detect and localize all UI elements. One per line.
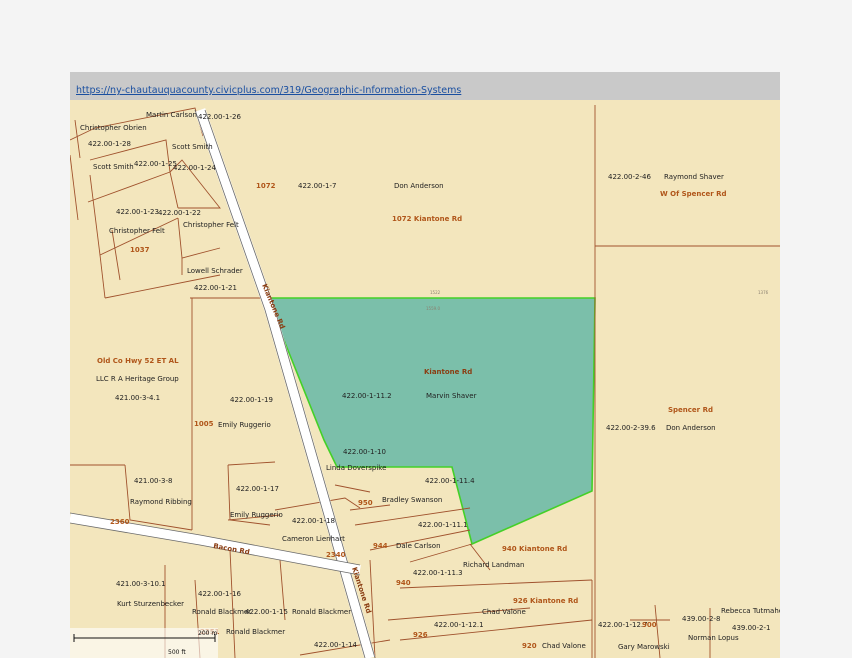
label-linda-doverspike: Linda Doverspike	[326, 464, 386, 472]
label-parcel: 422.00-1-11.3	[413, 569, 463, 577]
label-parcel: 422.00-1-28	[88, 140, 131, 148]
label-parcel: 439.00-2-1	[732, 624, 770, 632]
parcel-map[interactable]: Kiantone Rd Kiantone Rd Bacon Rd 1522 15…	[70, 100, 780, 658]
label-dale-carlson: Dale Carlson	[396, 542, 441, 550]
label-parcel: 422.00-1-15	[245, 608, 288, 616]
label-parcel: 422.00-1-7	[298, 182, 336, 190]
scale-label-feet: 500 ft	[168, 649, 186, 656]
label-parcel: 422.00-1-25	[134, 160, 177, 168]
label-parcel: 439.00-2-8	[682, 615, 720, 623]
label-rebecca-tutmaher: Rebecca Tutmaher	[721, 607, 780, 615]
dim-label: 1522	[430, 290, 441, 295]
label-scott-smith: Scott Smith	[93, 163, 134, 171]
label-don-anderson: Don Anderson	[394, 182, 444, 190]
label-parcel: 422.00-1-23	[116, 208, 159, 216]
label-emily-ruggerio: Emily Ruggerio	[230, 511, 283, 519]
label-address: 926 Kiantone Rd	[513, 597, 578, 605]
label-scott-smith: Scott Smith	[172, 143, 213, 151]
dim-label: 1376	[758, 290, 769, 295]
highlight-owner: Marvin Shaver	[426, 392, 477, 400]
label-address: 1072	[256, 182, 276, 190]
label-gary-marowski: Gary Marowski	[618, 643, 670, 651]
label-address: 1072 Kiantone Rd	[392, 215, 462, 223]
label-parcel: 421.00-3-10.1	[116, 580, 166, 588]
label-parcel: 422.00-2-39.6	[606, 424, 656, 432]
label-parcel: 422.00-1-16	[198, 590, 241, 598]
label-parcel: 422.00-1-21	[194, 284, 237, 292]
label-address: 920	[522, 642, 537, 650]
label-lowell-schrader: Lowell Schrader	[187, 267, 243, 275]
source-url-link[interactable]: https://ny-chautauquacounty.civicplus.co…	[76, 85, 461, 96]
label-address: 940 Kiantone Rd	[502, 545, 567, 553]
label-christopher-felt: Christopher Felt	[109, 227, 165, 235]
label-cameron-lienhart: Cameron Lienhart	[282, 535, 345, 543]
label-parcel: 422.00-1-18	[292, 517, 335, 525]
label-parcel: 421.00-3-8	[134, 477, 172, 485]
label-address: 926	[413, 631, 428, 639]
scale-bar: 200 m 500 ft	[70, 628, 218, 658]
label-raymond-ribbing: Raymond Ribbing	[130, 498, 192, 506]
label-address: 2340	[326, 551, 346, 559]
label-parcel: 422.00-1-12.1	[434, 621, 484, 629]
label-address: 1005	[194, 420, 214, 428]
label-parcel: 422.00-1-11.4	[425, 477, 475, 485]
label-don-anderson: Don Anderson	[666, 424, 716, 432]
label-kurt-sturzenbecker: Kurt Sturzenbecker	[117, 600, 184, 608]
label-address: W Of Spencer Rd	[660, 190, 727, 198]
label-parcel: 422.00-2-46	[608, 173, 651, 181]
label-parcel: 422.00-1-10	[343, 448, 386, 456]
label-parcel: 422.00-1-12.7	[598, 621, 648, 629]
label-martin-carlson: Martin Carlson	[146, 111, 197, 119]
label-parcel: 422.00-1-19	[230, 396, 273, 404]
label-chad-valone: Chad Valone	[542, 642, 586, 650]
label-bradley-swanson: Bradley Swanson	[382, 496, 442, 504]
label-richard-landman: Richard Landman	[463, 561, 524, 569]
label-emily-ruggerio: Emily Ruggerio	[218, 421, 271, 429]
label-parcel: 422.00-1-22	[158, 209, 201, 217]
label-raymond-shaver: Raymond Shaver	[664, 173, 724, 181]
label-parcel: 422.00-1-24	[173, 164, 216, 172]
highlight-name: Kiantone Rd	[424, 368, 472, 376]
label-llc-heritage: LLC R A Heritage Group	[96, 375, 179, 383]
label-parcel: 422.00-1-11.1	[418, 521, 468, 529]
label-norman-lopus: Norman Lopus	[688, 634, 739, 642]
label-parcel: 422.00-1-14	[314, 641, 357, 649]
label-address: 944	[373, 542, 388, 550]
label-address: 2360	[110, 518, 130, 526]
map-canvas[interactable]: Kiantone Rd Kiantone Rd Bacon Rd 1522 15…	[70, 100, 780, 658]
label-address: Spencer Rd	[668, 406, 713, 414]
label-ronald-blackmer: Ronald Blackmer	[226, 628, 285, 636]
label-address: 940	[396, 579, 411, 587]
label-parcel: 422.00-1-17	[236, 485, 279, 493]
label-ronald-blackmer: Ronald Blackmer	[192, 608, 251, 616]
dim-label: 1559.0	[426, 306, 440, 311]
label-chad-valone: Chad Valone	[482, 608, 526, 616]
label-christopher-obrien: Christopher Obrien	[80, 124, 147, 132]
scale-label-meters: 200 m	[198, 630, 217, 637]
label-ronald-blackmer: Ronald Blackmer	[292, 608, 351, 616]
label-address: Old Co Hwy 52 ET AL	[97, 357, 179, 365]
label-address: 900	[642, 621, 657, 629]
label-parcel: 421.00-3-4.1	[115, 394, 160, 402]
label-address: 1037	[130, 246, 150, 254]
label-address: 950	[358, 499, 373, 507]
label-christopher-felt: Christopher Felt	[183, 221, 239, 229]
highlight-parcel-id: 422.00-1-11.2	[342, 392, 392, 400]
label-parcel: 422.00-1-26	[198, 113, 241, 121]
url-bar: https://ny-chautauquacounty.civicplus.co…	[70, 72, 780, 100]
